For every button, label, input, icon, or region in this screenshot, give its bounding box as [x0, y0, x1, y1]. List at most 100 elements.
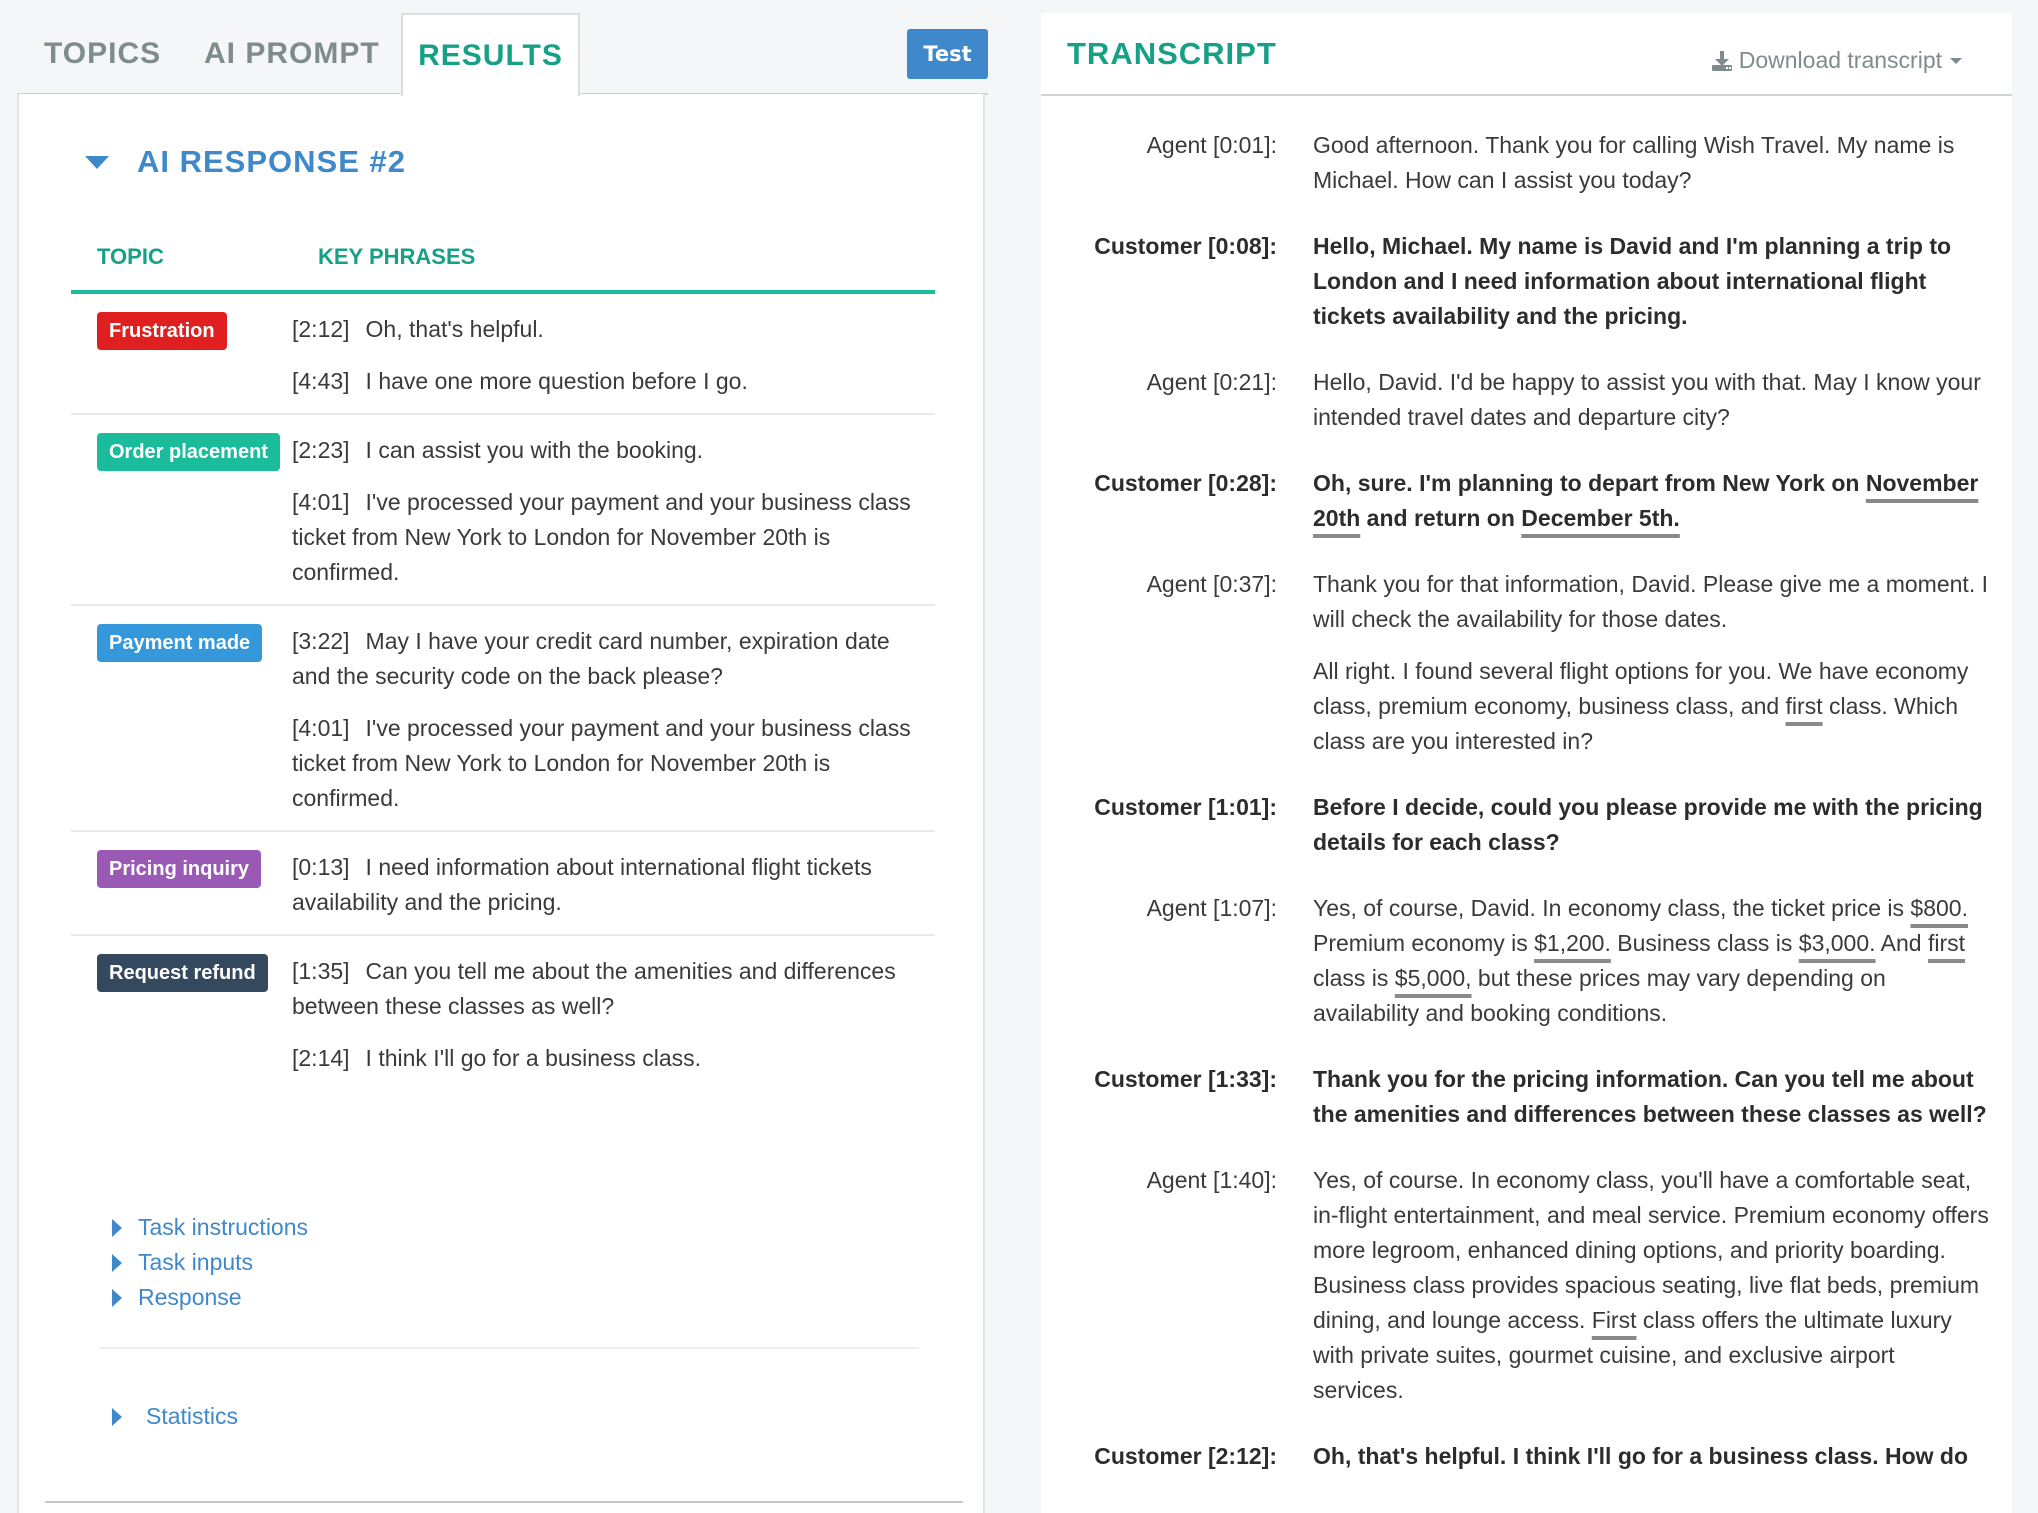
- details-links: Task instructions Task inputs Response: [112, 1210, 308, 1315]
- utterance-text: Oh, sure. I'm planning to depart from Ne…: [1313, 470, 1866, 496]
- caret-down-icon: [1950, 57, 1962, 64]
- highlighted-phrase[interactable]: first: [1928, 930, 1965, 956]
- phrase-timestamp: [2:12]: [292, 316, 350, 342]
- scrollbar-track[interactable]: [2012, 0, 2038, 1513]
- tab-ai-prompt[interactable]: AI PROMPT: [204, 13, 380, 94]
- phrase-timestamp: [2:14]: [292, 1045, 350, 1071]
- customer-turn: Customer [2:12]: Oh, that's helpful. I th…: [1041, 1439, 2012, 1474]
- key-phrase[interactable]: [1:35] Can you tell me about the amenitie…: [292, 954, 915, 1024]
- caret-right-icon: [112, 1407, 122, 1426]
- topic-row: Order placement [2:23] I can assist you wi…: [71, 415, 935, 606]
- utterance-text: and return on: [1360, 505, 1522, 531]
- speaker-label: Customer [1:01]:: [1094, 794, 1277, 820]
- speaker-label: Agent [0:01]:: [1146, 132, 1277, 158]
- utterances: Yes, of course. In economy class, you'll…: [1313, 1163, 1989, 1408]
- utterance-text: Good afternoon. Thank you for calling Wi…: [1313, 132, 1955, 193]
- download-label: Download transcript: [1738, 47, 1942, 73]
- topic-badge[interactable]: Request refund: [97, 954, 268, 992]
- utterances: Yes, of course, David. In economy class,…: [1313, 891, 1989, 1031]
- key-phrase[interactable]: [2:23] I can assist you with the booking.: [292, 433, 915, 468]
- customer-turn: Customer [0:28]: Oh, sure. I'm planning t…: [1041, 466, 2012, 536]
- utterance-text: Business class is: [1610, 930, 1799, 956]
- agent-turn: Agent [0:21]: Hello, David. I'd be happy …: [1041, 365, 2012, 435]
- tab-results[interactable]: RESULTS: [401, 13, 580, 96]
- link-label: Statistics: [146, 1403, 239, 1429]
- utterance: Hello, David. I'd be happy to assist you…: [1313, 365, 1989, 435]
- tab-topics[interactable]: TOPICS: [44, 13, 161, 94]
- highlighted-phrase[interactable]: first: [1786, 693, 1823, 719]
- utterance: Yes, of course, David. In economy class,…: [1313, 891, 1989, 1031]
- agent-turn: Agent [0:01]: Good afternoon. Thank you f…: [1041, 128, 2012, 198]
- utterance-text: Premium economy is: [1313, 930, 1535, 956]
- utterance-text: Thank you for that information, David. P…: [1313, 571, 1988, 632]
- transcript-body: Agent [0:01]: Good afternoon. Thank you f…: [1041, 128, 2012, 1505]
- caret-down-icon: [85, 155, 109, 169]
- phrase-text: I've processed your payment and your bus…: [292, 489, 911, 585]
- phrase-text: Oh, that's helpful.: [365, 316, 544, 342]
- agent-turn: Agent [1:07]: Yes, of course, David. In e…: [1041, 891, 2012, 1031]
- key-phrase[interactable]: [2:12] Oh, that's helpful.: [292, 312, 915, 347]
- phrase-timestamp: [1:35]: [292, 958, 350, 984]
- key-phrase[interactable]: [3:22] May I have your credit card number…: [292, 624, 915, 694]
- transcript-panel: TRANSCRIPT Download transcript Agent [0:…: [1041, 13, 2012, 1513]
- speaker-label: Agent [0:21]:: [1146, 369, 1277, 395]
- utterance-text: Hello, Michael. My name is David and I'm…: [1313, 233, 1952, 329]
- key-phrase[interactable]: [4:43] I have one more question before I …: [292, 364, 915, 399]
- customer-turn: Customer [1:33]: Thank you for the pricin…: [1041, 1062, 2012, 1132]
- phrase-timestamp: [2:23]: [292, 437, 350, 463]
- highlighted-phrase[interactable]: First: [1592, 1307, 1637, 1333]
- column-header-key-phrases: KEY PHRASES: [318, 244, 476, 269]
- topic-cell: Payment made: [71, 624, 292, 816]
- caret-right-icon: [112, 1253, 122, 1272]
- link-label: Task instructions: [138, 1214, 309, 1240]
- highlighted-phrase[interactable]: $800.: [1910, 895, 1968, 921]
- download-transcript-dropdown[interactable]: Download transcript: [1711, 13, 1962, 108]
- key-phrase[interactable]: [0:13] I need information about internati…: [292, 850, 915, 920]
- utterance-text: Oh, that's helpful. I think I'll go for …: [1313, 1443, 1969, 1469]
- link-statistics[interactable]: Statistics: [112, 1399, 238, 1434]
- key-phrase[interactable]: [4:01] I've processed your payment and yo…: [292, 485, 915, 590]
- utterances: Oh, sure. I'm planning to depart from Ne…: [1313, 466, 1989, 536]
- speaker-label: Customer [0:28]:: [1094, 470, 1277, 496]
- section-divider: [99, 1347, 919, 1349]
- utterance: Yes, of course. In economy class, you'll…: [1313, 1163, 1989, 1408]
- test-button[interactable]: Test: [907, 29, 988, 79]
- topic-badge[interactable]: Frustration: [97, 312, 227, 350]
- ai-response-toggle[interactable]: AI RESPONSE #2: [85, 141, 406, 183]
- topic-row: Payment made [3:22] May I have your credit…: [71, 606, 935, 832]
- topic-row: Pricing inquiry [0:13] I need information …: [71, 832, 935, 936]
- key-phrases-cell: [3:22] May I have your credit card number…: [292, 624, 935, 816]
- topic-cell: Request refund: [71, 954, 292, 1076]
- link-label: Response: [138, 1284, 242, 1310]
- agent-turn: Agent [1:40]: Yes, of course. In economy …: [1041, 1163, 2012, 1408]
- transcript-title: TRANSCRIPT: [1067, 36, 1277, 71]
- link-task-inputs[interactable]: Task inputs: [112, 1245, 308, 1280]
- highlighted-phrase[interactable]: $3,000.: [1799, 930, 1876, 956]
- topic-badge[interactable]: Pricing inquiry: [97, 850, 262, 888]
- speaker-label: Customer [1:33]:: [1094, 1066, 1277, 1092]
- transcript-header: TRANSCRIPT Download transcript: [1041, 13, 2012, 96]
- agent-turn: Agent [0:37]: Thank you for that informat…: [1041, 567, 2012, 759]
- highlighted-phrase[interactable]: $1,200.: [1534, 930, 1611, 956]
- utterance: Oh, that's helpful. I think I'll go for …: [1313, 1439, 1989, 1474]
- caret-right-icon: [112, 1288, 122, 1307]
- link-response[interactable]: Response: [112, 1280, 308, 1315]
- phrase-text: I can assist you with the booking.: [365, 437, 704, 463]
- key-phrase[interactable]: [4:01] I've processed your payment and yo…: [292, 711, 915, 816]
- tab-bar: TOPICS AI PROMPT RESULTS Test: [17, 13, 988, 96]
- phrase-text: I need information about international f…: [292, 854, 872, 915]
- phrase-timestamp: [0:13]: [292, 854, 350, 880]
- phrase-text: I've processed your payment and your bus…: [292, 715, 911, 811]
- utterances: Hello, Michael. My name is David and I'm…: [1313, 229, 1989, 334]
- phrase-text: I think I'll go for a business class.: [365, 1045, 702, 1071]
- download-icon: [1711, 50, 1732, 71]
- caret-right-icon: [112, 1218, 122, 1237]
- utterance: Thank you for that information, David. P…: [1313, 567, 1989, 637]
- topic-badge[interactable]: Payment made: [97, 624, 263, 662]
- topic-badge[interactable]: Order placement: [97, 433, 280, 471]
- link-task-instructions[interactable]: Task instructions: [112, 1210, 308, 1245]
- phrase-timestamp: [3:22]: [292, 628, 350, 654]
- highlighted-phrase[interactable]: December 5th.: [1521, 505, 1680, 531]
- highlighted-phrase[interactable]: $5,000,: [1395, 965, 1472, 991]
- key-phrase[interactable]: [2:14] I think I'll go for a business cla…: [292, 1041, 915, 1076]
